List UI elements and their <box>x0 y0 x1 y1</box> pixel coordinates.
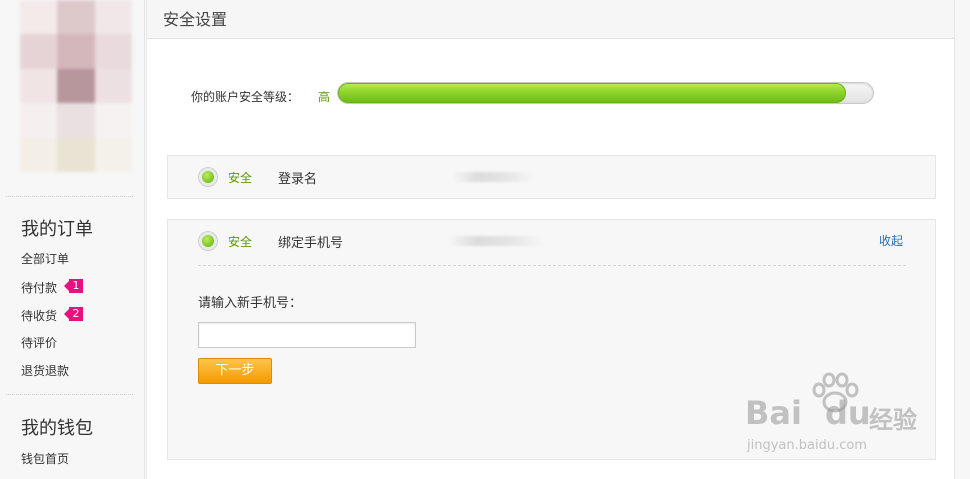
sidebar-divider <box>6 394 133 395</box>
next-step-button[interactable]: 下一步 <box>198 358 272 384</box>
sidebar-link-pending-review[interactable]: 待评价 <box>21 334 57 351</box>
page-margin <box>956 0 970 479</box>
status-ok-icon <box>198 167 218 187</box>
avatar[interactable] <box>20 0 132 172</box>
panel-header: 安全设置 <box>147 0 954 39</box>
security-settings-panel: 安全设置 你的账户安全等级： 高 安全 登录名 安全 绑定手机号 收起 请输入新… <box>146 0 955 479</box>
sidebar-link-pending-payment[interactable]: 待付款 <box>21 279 57 296</box>
security-item-login-name: 安全 登录名 <box>167 155 936 199</box>
pending-receipt-count-badge: 2 <box>64 307 83 321</box>
new-phone-input[interactable] <box>198 322 416 348</box>
new-phone-label: 请输入新手机号： <box>198 296 303 311</box>
section-divider <box>198 265 906 266</box>
masked-phone-number <box>448 236 543 246</box>
sidebar-link-all-orders[interactable]: 全部订单 <box>21 250 69 267</box>
security-level-label: 你的账户安全等级： <box>191 90 300 104</box>
security-level-value: 高 <box>318 90 331 104</box>
collapse-link[interactable]: 收起 <box>879 232 903 249</box>
status-ok-icon <box>198 231 218 251</box>
sidebar-heading-orders: 我的订单 <box>21 219 93 240</box>
security-status-text: 安全 <box>228 235 253 249</box>
pending-payment-count-badge: 1 <box>64 279 83 293</box>
security-level-progress-fill <box>338 83 847 103</box>
masked-login-name <box>453 172 533 182</box>
security-item-bound-phone: 安全 绑定手机号 收起 请输入新手机号： 下一步 <box>167 219 936 460</box>
sidebar-link-pending-receipt[interactable]: 待收货 <box>21 307 57 324</box>
security-status-text: 安全 <box>228 171 253 185</box>
page-title: 安全设置 <box>163 10 228 29</box>
security-item-name: 登录名 <box>278 172 318 187</box>
sidebar-heading-wallet: 我的钱包 <box>21 418 93 439</box>
sidebar-link-wallet-home[interactable]: 钱包首页 <box>21 450 69 467</box>
sidebar-link-returns-refunds[interactable]: 退货退款 <box>21 362 69 379</box>
security-item-name: 绑定手机号 <box>278 236 344 251</box>
sidebar: 我的订单 全部订单 待付款 1 待收货 2 待评价 退货退款 我的钱包 钱包首页 <box>0 0 145 479</box>
security-level-progress-bar <box>337 82 874 104</box>
sidebar-divider <box>6 196 133 197</box>
